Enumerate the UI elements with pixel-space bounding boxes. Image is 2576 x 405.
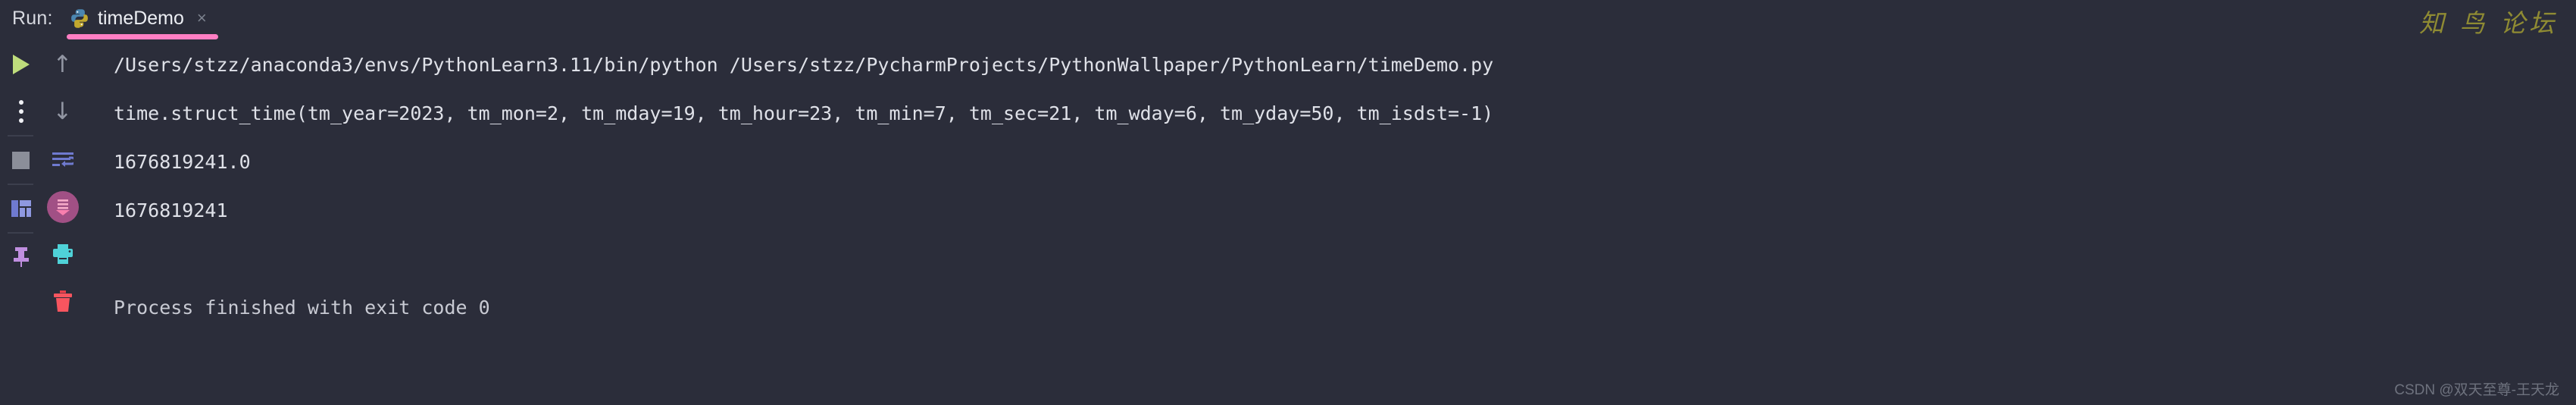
- rerun-button[interactable]: [0, 41, 42, 88]
- run-toolbar: ↑ ↓: [0, 41, 83, 405]
- scroll-to-end-icon: [46, 191, 79, 223]
- python-icon: [70, 8, 89, 28]
- run-label: Run:: [12, 8, 53, 29]
- pin-icon: [11, 246, 31, 268]
- printer-icon: [52, 244, 73, 264]
- console-line: 1676819241.0: [114, 151, 251, 173]
- console-line: time.struct_time(tm_year=2023, tm_mon=2,…: [114, 102, 1494, 124]
- scroll-to-end-button[interactable]: [42, 184, 83, 231]
- run-toolwindow-header: Run: timeDemo ×: [0, 0, 2576, 41]
- layout-grid-icon: [11, 200, 31, 217]
- close-icon[interactable]: ×: [197, 10, 207, 27]
- stop-square-icon: [12, 151, 30, 169]
- soft-wrap-button[interactable]: [42, 137, 83, 184]
- vertical-dots-icon: [18, 100, 23, 123]
- console-line: Process finished with exit code 0: [114, 297, 490, 319]
- layout-button[interactable]: [0, 185, 42, 232]
- up-button[interactable]: ↑: [42, 41, 83, 88]
- soft-wrap-icon: [52, 152, 76, 168]
- trash-icon: [53, 290, 72, 312]
- arrow-down-icon: ↓: [52, 97, 73, 125]
- pycharm-run-window: Run: timeDemo × ↑ ↓ /Users/stzz/anaconda…: [0, 0, 2576, 405]
- tab-title: timeDemo: [98, 7, 184, 29]
- tab-active-indicator: [67, 34, 218, 39]
- console-line: 1676819241: [114, 199, 228, 221]
- print-button[interactable]: [42, 231, 83, 278]
- watermark-top-right: 知 鸟 论坛: [2419, 8, 2558, 38]
- tab-timedemo[interactable]: timeDemo ×: [65, 3, 211, 33]
- down-button[interactable]: ↓: [42, 88, 83, 135]
- clear-all-button[interactable]: [42, 278, 83, 325]
- arrow-up-icon: ↑: [52, 50, 73, 78]
- play-icon: [12, 55, 30, 74]
- console-line: /Users/stzz/anaconda3/envs/PythonLearn3.…: [114, 54, 1494, 76]
- stop-button[interactable]: [0, 137, 42, 184]
- pin-tab-button[interactable]: [0, 234, 42, 281]
- console-output[interactable]: /Users/stzz/anaconda3/envs/PythonLearn3.…: [114, 41, 2568, 397]
- more-options-button[interactable]: [0, 88, 42, 135]
- watermark-bottom-right: CSDN @双天至尊-王天龙: [2394, 382, 2559, 398]
